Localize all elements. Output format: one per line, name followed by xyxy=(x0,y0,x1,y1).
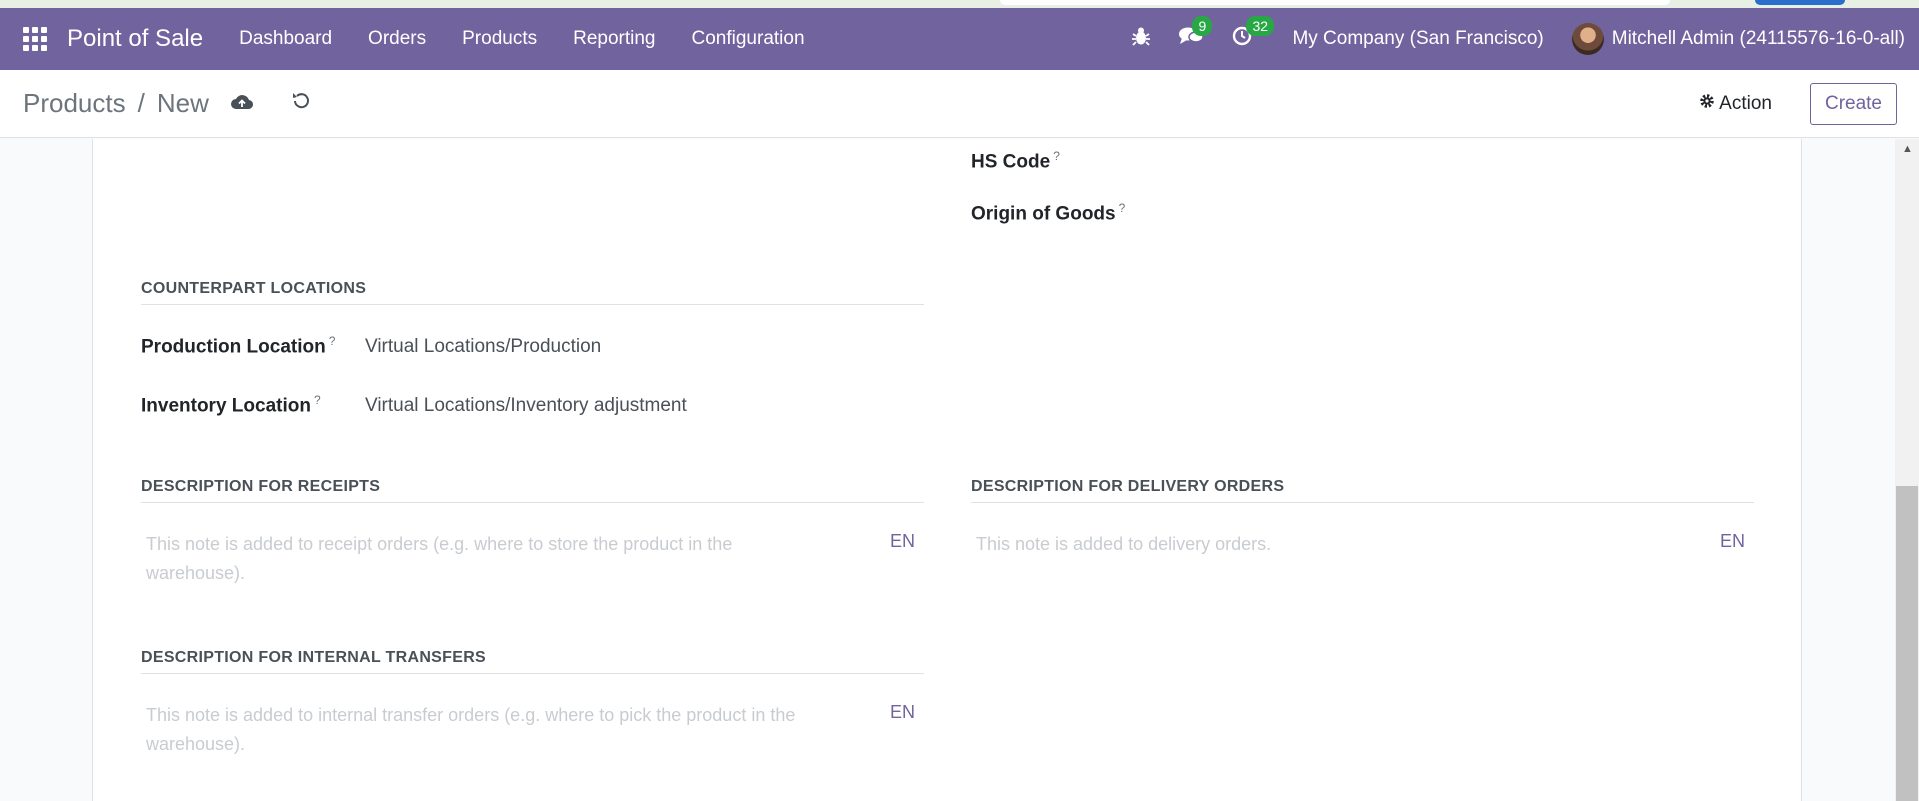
production-location-label: Production Location? xyxy=(141,334,336,358)
messages-icon[interactable]: 9 xyxy=(1178,16,1213,52)
vertical-scrollbar[interactable]: ▲ xyxy=(1895,139,1919,801)
messages-count-badge: 9 xyxy=(1192,16,1213,36)
internal-note-field[interactable]: This note is added to internal transfer … xyxy=(146,701,866,759)
inventory-location-field[interactable]: Virtual Locations/Inventory adjustment xyxy=(365,395,687,417)
form-sheet: HS Code? Origin of Goods? COUNTERPART LO… xyxy=(92,139,1802,801)
action-menu-button[interactable]: Action xyxy=(1699,93,1772,115)
menu-products[interactable]: Products xyxy=(462,28,537,50)
company-switcher[interactable]: My Company (San Francisco) xyxy=(1292,28,1543,50)
save-cloud-icon[interactable] xyxy=(230,91,253,117)
delivery-note-field[interactable]: This note is added to delivery orders. xyxy=(976,530,1636,559)
create-button[interactable]: Create xyxy=(1809,82,1897,125)
receipts-language-toggle[interactable]: EN xyxy=(890,531,915,552)
discard-undo-icon[interactable] xyxy=(291,91,311,117)
menu-dashboard[interactable]: Dashboard xyxy=(239,28,332,50)
inventory-location-label: Inventory Location? xyxy=(141,393,321,417)
debug-bug-icon[interactable] xyxy=(1132,26,1151,52)
activities-clock-icon[interactable]: 32 xyxy=(1232,16,1275,52)
apps-menu-icon[interactable] xyxy=(23,27,47,51)
user-menu[interactable]: Mitchell Admin (24115576-16-0-all) xyxy=(1612,28,1905,50)
internal-language-toggle[interactable]: EN xyxy=(890,702,915,723)
user-avatar[interactable] xyxy=(1571,23,1604,55)
menu-configuration[interactable]: Configuration xyxy=(692,28,805,50)
breadcrumb-separator: / xyxy=(137,88,145,118)
browser-chrome-strip xyxy=(0,0,1919,8)
help-tooltip-icon[interactable]: ? xyxy=(329,334,336,348)
breadcrumb-products-link[interactable]: Products xyxy=(23,88,126,119)
scroll-up-arrow-icon[interactable]: ▲ xyxy=(1902,143,1913,155)
hs-code-label: HS Code? xyxy=(971,149,1060,173)
menu-reporting[interactable]: Reporting xyxy=(573,28,655,50)
counterpart-locations-title: COUNTERPART LOCATIONS xyxy=(141,280,924,305)
activities-count-badge: 32 xyxy=(1246,16,1275,36)
help-tooltip-icon[interactable]: ? xyxy=(1053,149,1060,163)
main-navbar: Point of Sale Dashboard Orders Products … xyxy=(0,8,1919,70)
origin-of-goods-label: Origin of Goods? xyxy=(971,201,1126,225)
delivery-language-toggle[interactable]: EN xyxy=(1720,531,1745,552)
control-panel: Products / New Action Create xyxy=(0,70,1919,138)
scrollbar-thumb[interactable] xyxy=(1896,486,1918,801)
app-brand[interactable]: Point of Sale xyxy=(67,25,203,53)
menu-orders[interactable]: Orders xyxy=(368,28,426,50)
help-tooltip-icon[interactable]: ? xyxy=(1119,201,1126,215)
form-content: HS Code? Origin of Goods? COUNTERPART LO… xyxy=(0,139,1919,801)
breadcrumb-current: New xyxy=(156,88,209,118)
description-receipts-title: DESCRIPTION FOR RECEIPTS xyxy=(141,478,924,503)
address-bar-edge xyxy=(1000,0,1670,5)
production-location-field[interactable]: Virtual Locations/Production xyxy=(365,336,601,358)
receipts-note-field[interactable]: This note is added to receipt orders (e.… xyxy=(146,530,806,588)
description-internal-title: DESCRIPTION FOR INTERNAL TRANSFERS xyxy=(141,649,924,674)
browser-button-edge xyxy=(1755,0,1845,5)
action-label: Action xyxy=(1719,92,1772,114)
gear-icon xyxy=(1699,93,1715,115)
help-tooltip-icon[interactable]: ? xyxy=(314,393,321,407)
description-delivery-title: DESCRIPTION FOR DELIVERY ORDERS xyxy=(971,478,1754,503)
breadcrumb: Products / New xyxy=(23,88,209,119)
